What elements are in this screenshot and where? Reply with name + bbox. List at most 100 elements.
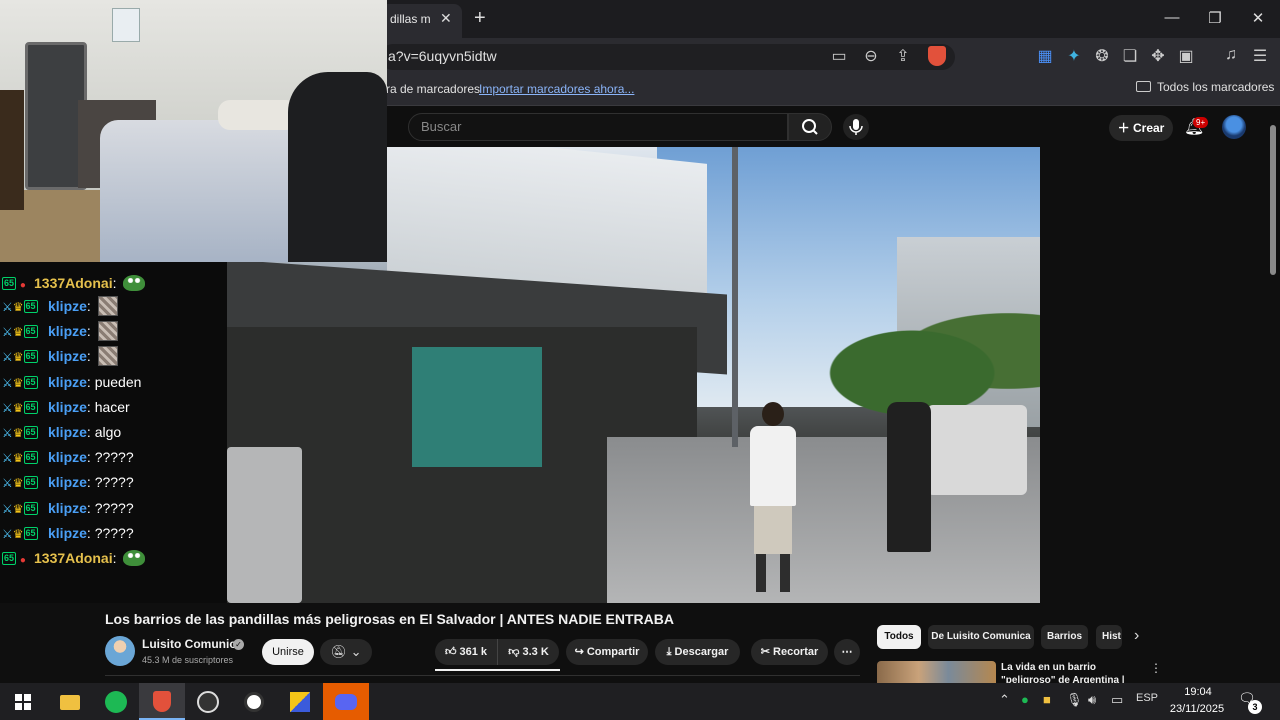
brave-shield-icon[interactable] xyxy=(928,46,946,66)
channel-name[interactable]: Luisito Comunica xyxy=(142,637,243,651)
microphone-icon[interactable]: 🎙︎ xyxy=(1066,692,1083,708)
import-bookmarks-link[interactable]: Importar marcadores ahora... xyxy=(479,82,634,96)
new-tab-icon[interactable]: + xyxy=(474,7,486,30)
chat-badges: ⚔♛ 65 xyxy=(0,471,48,494)
sub-badge-icon: 65 xyxy=(23,476,38,490)
chat-username[interactable]: klipze xyxy=(48,399,87,415)
music-icon[interactable]: ♫ xyxy=(1220,46,1242,64)
chat-username[interactable]: 1337Adonai xyxy=(34,275,113,291)
like-button[interactable]: 👍︎ 361 k xyxy=(435,639,497,665)
recommended-video-thumbnail[interactable] xyxy=(877,661,996,683)
subscription-bell-button[interactable]: 🔕︎ ⌄ xyxy=(320,639,372,665)
tray-app-icon[interactable]: ● xyxy=(1021,692,1029,707)
chip-from-channel[interactable]: De Luisito Comunica xyxy=(928,625,1034,649)
sub-badge-icon: 65 xyxy=(23,400,38,414)
clip-button[interactable]: ✂ Recortar xyxy=(751,639,828,665)
create-button[interactable]: ＋ Crear xyxy=(1109,115,1173,141)
translate-icon[interactable]: ▦ xyxy=(1034,46,1056,66)
download-button[interactable]: ⤓ Descargar xyxy=(655,639,740,665)
chevron-right-icon[interactable]: › xyxy=(1134,627,1139,645)
pepe-emote xyxy=(123,550,146,566)
chat-message-text: hacer xyxy=(94,398,130,415)
search-button[interactable] xyxy=(788,113,832,141)
sword-badge-icon: ⚔ xyxy=(2,300,13,314)
account-avatar[interactable] xyxy=(1222,115,1246,139)
search-icon xyxy=(802,119,818,135)
taskbar-discord[interactable] xyxy=(323,683,369,720)
cast-icon[interactable]: ▭ xyxy=(828,46,850,66)
bookmarks-bar-text: ra de marcadores xyxy=(386,82,481,96)
taskbar-app[interactable] xyxy=(277,683,323,720)
extension-icon[interactable]: ❂ xyxy=(1091,46,1113,66)
clock-time[interactable]: 19:04 xyxy=(1170,686,1226,698)
more-vert-icon[interactable]: ⋮ xyxy=(1150,661,1162,675)
scrollbar-thumb[interactable] xyxy=(1270,125,1276,275)
volume-icon[interactable]: 🔊︎ xyxy=(1088,692,1096,708)
puzzle-icon[interactable]: ✥ xyxy=(1147,46,1169,66)
chip-history[interactable]: Hist xyxy=(1096,625,1122,649)
windows-logo-icon xyxy=(15,694,31,710)
voice-search-button[interactable] xyxy=(843,114,869,140)
sword-badge-icon: ⚔ xyxy=(2,375,13,390)
sword-badge-icon: ⚔ xyxy=(2,350,13,365)
dislike-button[interactable]: 👎︎ 3.3 K xyxy=(497,639,559,665)
taskbar-clock-app[interactable] xyxy=(231,683,277,720)
chat-message: ⚔♛ 65 klipze: hacer xyxy=(0,396,227,421)
video-title: Los barrios de las pandillas más peligro… xyxy=(105,611,674,627)
chat-username[interactable]: klipze xyxy=(48,323,87,339)
tab-title: dillas m xyxy=(390,12,431,26)
chat-username[interactable]: klipze xyxy=(48,474,87,490)
subscriber-count: 45.3 M de suscriptores xyxy=(142,655,234,665)
network-icon[interactable]: ▭ xyxy=(1111,692,1123,708)
chip-barrios[interactable]: Barrios xyxy=(1041,625,1088,649)
chevron-up-icon[interactable]: ⌃ xyxy=(999,692,1010,708)
crown-badge-icon: ♛ xyxy=(12,350,24,365)
tab-close-icon[interactable]: ✕ xyxy=(440,10,452,27)
extension-icon[interactable]: ❏ xyxy=(1119,46,1141,66)
start-button[interactable] xyxy=(0,683,46,720)
taskbar-obs[interactable] xyxy=(185,683,231,720)
clock-date[interactable]: 23/11/2025 xyxy=(1166,703,1228,715)
thumbs-up-icon: 👍︎ xyxy=(444,646,460,658)
restore-icon[interactable]: ❐ xyxy=(1200,9,1230,27)
sword-badge-icon: ⚔ xyxy=(2,426,13,440)
search-input[interactable]: Buscar xyxy=(408,113,788,141)
taskbar-brave[interactable] xyxy=(139,683,185,720)
video-frame-person xyxy=(887,402,931,552)
sidebar-icon[interactable]: ▣ xyxy=(1175,46,1197,66)
share-page-icon[interactable]: ⇪ xyxy=(892,46,914,66)
chat-message: ⚔♛ 65 klipze: xyxy=(0,295,227,320)
chat-username[interactable]: klipze xyxy=(48,424,87,440)
chat-username[interactable]: klipze xyxy=(48,348,87,364)
chat-username[interactable]: klipze xyxy=(48,500,87,516)
discord-icon xyxy=(335,694,357,710)
share-button[interactable]: ↪ Compartir xyxy=(566,639,648,665)
menu-icon[interactable]: ☰ xyxy=(1249,46,1271,66)
chat-username[interactable]: klipze xyxy=(48,298,87,314)
taskbar-file-explorer[interactable] xyxy=(47,683,93,720)
url-text[interactable]: a?v=6uqyvn5idtw xyxy=(388,48,497,64)
close-window-icon[interactable]: ✕ xyxy=(1243,9,1273,27)
chat-username[interactable]: klipze xyxy=(48,449,87,465)
language-indicator[interactable]: ESP xyxy=(1136,692,1158,704)
minimize-icon[interactable]: — xyxy=(1157,9,1187,26)
sub-badge-icon: 65 xyxy=(23,375,38,389)
tray-app-icon[interactable]: ■ xyxy=(1043,692,1051,707)
spotify-icon xyxy=(105,691,127,713)
join-button[interactable]: Unirse xyxy=(262,639,314,665)
taskbar-spotify[interactable] xyxy=(93,683,139,720)
channel-avatar[interactable] xyxy=(105,636,135,666)
chat-username[interactable]: klipze xyxy=(48,374,87,390)
chat-username[interactable]: 1337Adonai xyxy=(34,550,113,566)
all-bookmarks-button[interactable]: Todos los marcadores xyxy=(1136,80,1274,94)
video-frame-wall xyxy=(412,347,542,467)
all-bookmarks-label: Todos los marcadores xyxy=(1157,80,1275,94)
chip-all[interactable]: Todos xyxy=(877,625,921,649)
more-actions-button[interactable]: ⋯ xyxy=(834,639,860,665)
chat-message: ⚔♛ 65 klipze: ????? xyxy=(0,522,227,547)
recommended-video-title[interactable]: La vida en un barrio "peligroso" de Arge… xyxy=(1001,661,1146,683)
chat-username[interactable]: klipze xyxy=(48,525,87,541)
extension-icon[interactable]: ✦ xyxy=(1063,46,1085,66)
zoom-icon[interactable]: ⊖ xyxy=(860,46,882,66)
app-icon xyxy=(290,692,310,712)
